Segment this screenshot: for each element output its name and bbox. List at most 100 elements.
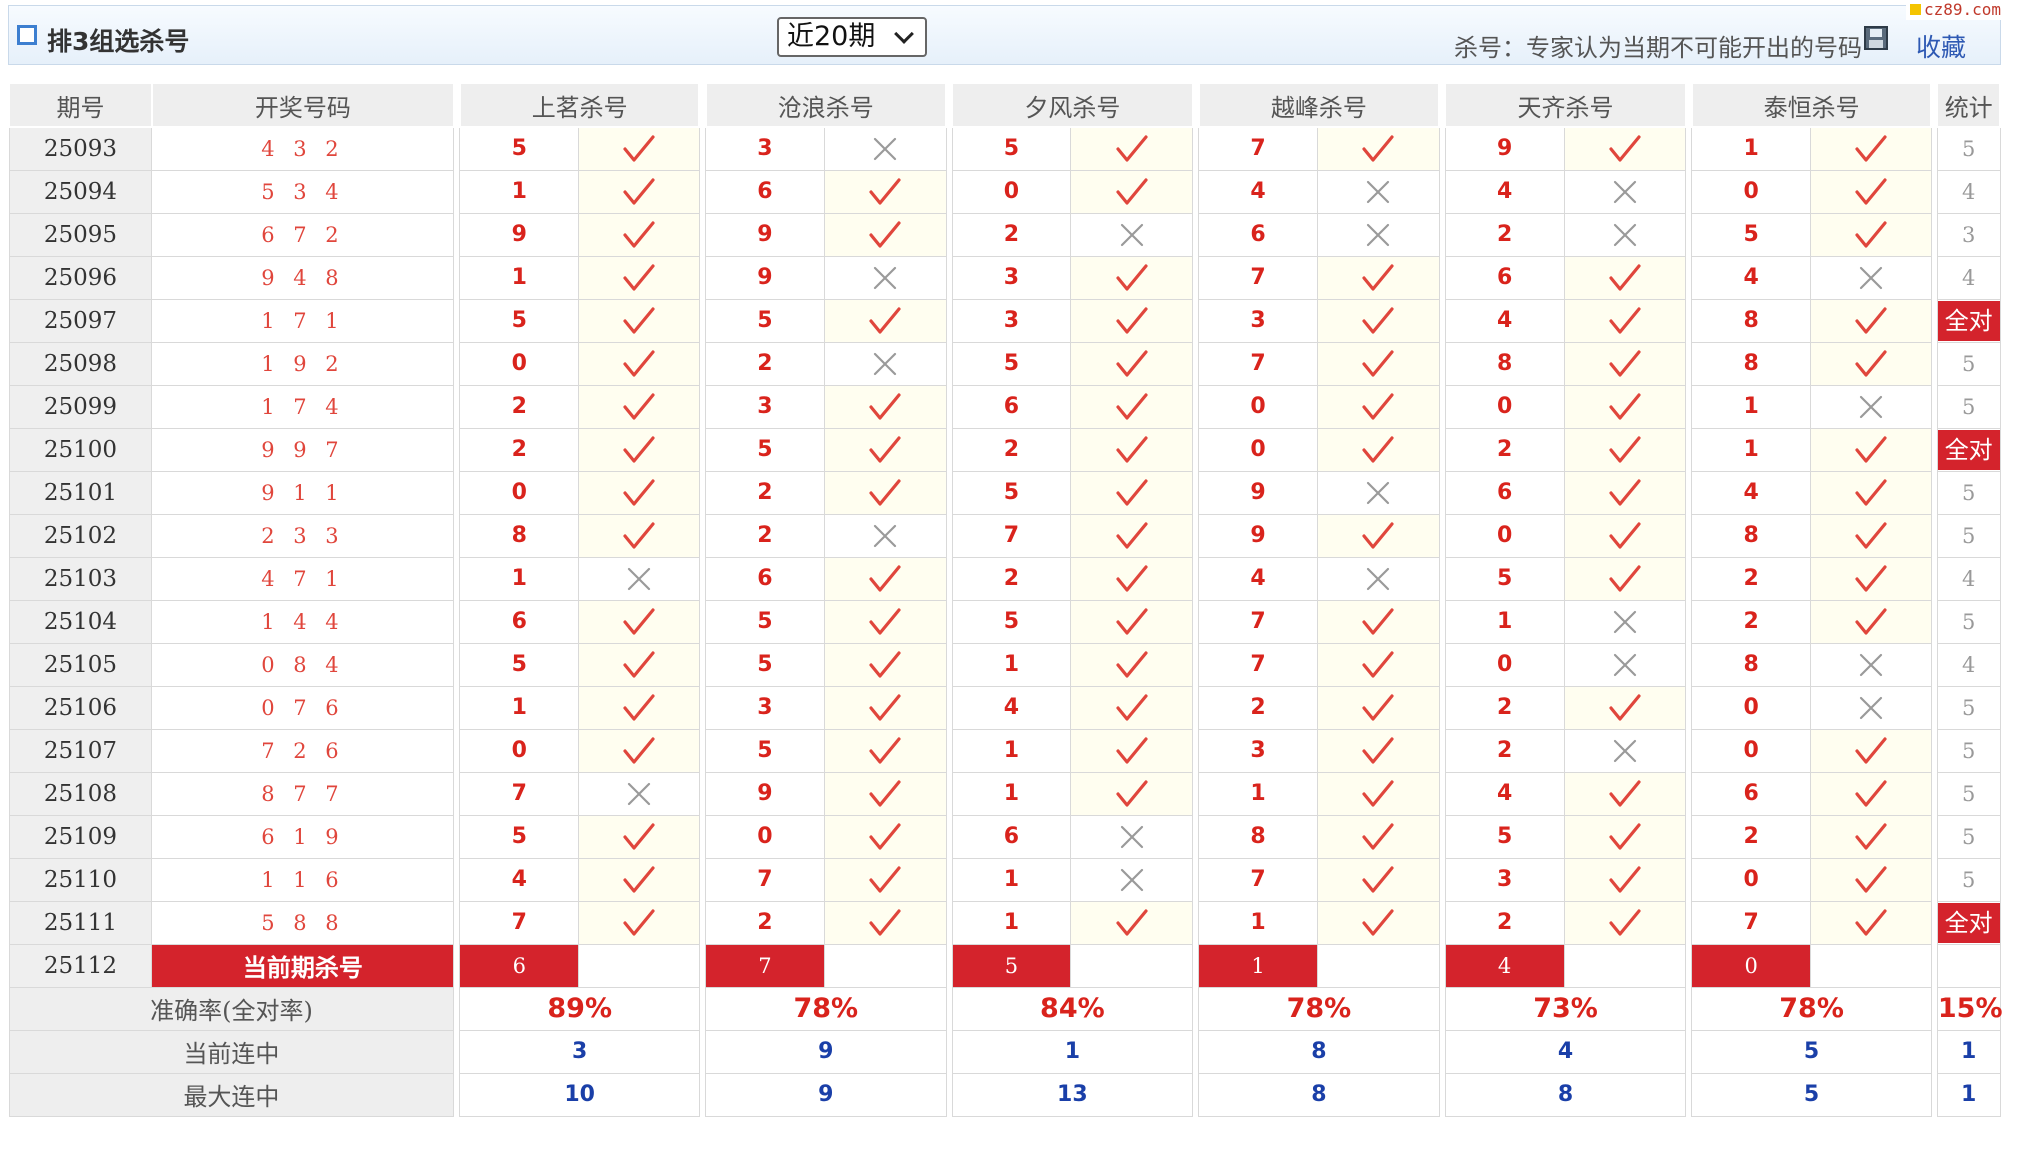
- result-cell: [578, 857, 700, 902]
- save-icon[interactable]: [1864, 26, 1888, 50]
- period-cell: 25103: [8, 556, 153, 601]
- period-cell: 25104: [8, 599, 153, 644]
- table-row: 25104 1 4 46 5 5 7 1 2 5: [8, 599, 2001, 644]
- check-icon: [1855, 564, 1887, 592]
- result-cell: [1316, 427, 1440, 472]
- check-icon: [1362, 435, 1394, 463]
- footer-value: 78%: [705, 986, 947, 1031]
- kill-number-cell: 4: [1444, 169, 1565, 214]
- footer-label: 准确率(全对率): [8, 986, 455, 1031]
- kill-number-cell: 1: [459, 685, 580, 730]
- result-cell: [823, 814, 947, 859]
- result-cell: [1810, 126, 1932, 171]
- result-cell: [1810, 427, 1932, 472]
- result-cell: [1810, 255, 1932, 300]
- stat-cell: 5: [1936, 728, 2001, 773]
- footer-value: 8: [1198, 1072, 1440, 1117]
- kill-number-cell: 3: [1198, 298, 1318, 343]
- check-icon: [1855, 349, 1887, 377]
- cross-icon: [874, 266, 897, 289]
- kill-number-cell: 5: [459, 642, 580, 687]
- save-link[interactable]: 收藏: [1916, 28, 1966, 64]
- result-cell: [1316, 169, 1440, 214]
- stat-value: 5: [1962, 738, 1976, 763]
- table-row: 25100 9 9 7 2 5 2 0 2 1 全对: [8, 427, 2001, 472]
- check-icon: [623, 177, 655, 205]
- result-cell: [578, 255, 700, 300]
- draw-number-cell: 4 7 1: [151, 556, 455, 601]
- result-cell: [1316, 900, 1440, 945]
- stat-cell: 4: [1936, 169, 2001, 214]
- check-icon: [1609, 822, 1641, 850]
- kill-number-cell: 9: [705, 255, 825, 300]
- check-icon: [1362, 865, 1394, 893]
- kill-number-cell: 6: [1691, 771, 1812, 816]
- check-icon: [1362, 306, 1394, 334]
- period-select[interactable]: 近20期: [777, 17, 927, 57]
- current-result-cell: [1810, 943, 1932, 988]
- table-row: 25095 6 7 29926253: [8, 212, 2001, 257]
- result-cell: [1316, 685, 1440, 730]
- accuracy-row: 准确率(全对率) 89% 78% 84% 78% 73% 78% 15%: [8, 986, 2003, 1031]
- result-cell: [823, 341, 947, 386]
- footer-stat: 15%: [1936, 986, 2003, 1031]
- cross-icon: [1613, 653, 1636, 676]
- period-cell: 25098: [8, 341, 153, 386]
- result-cell: [1563, 470, 1687, 515]
- result-cell: [1316, 814, 1440, 859]
- result-cell: [578, 384, 700, 429]
- check-icon: [1362, 908, 1394, 936]
- col-period: 期号: [8, 82, 153, 128]
- kill-number-cell: 1: [951, 728, 1072, 773]
- period-cell: 25108: [8, 771, 153, 816]
- kill-number-cell: 2: [1444, 728, 1565, 773]
- period-cell: 25106: [8, 685, 153, 730]
- result-cell: [1070, 255, 1194, 300]
- table-row: 25103 4 7 11 6 2 4 5 2 4: [8, 556, 2001, 601]
- result-cell: [823, 255, 947, 300]
- footer-stat: 1: [1936, 1029, 2001, 1074]
- result-cell: [1070, 470, 1194, 515]
- stat-value: 4: [1962, 566, 1976, 591]
- result-cell: [1070, 556, 1194, 601]
- kill-number-cell: 2: [705, 900, 825, 945]
- result-cell: [1810, 384, 1932, 429]
- stat-cell: 5: [1936, 814, 2001, 859]
- kill-number-cell: 1: [1691, 384, 1812, 429]
- draw-number-cell: 6 1 9: [151, 814, 455, 859]
- check-icon: [1362, 521, 1394, 549]
- result-cell: [823, 685, 947, 730]
- kill-number-cell: 2: [1444, 685, 1565, 730]
- kill-number-cell: 0: [1444, 642, 1565, 687]
- checkbox-icon[interactable]: [17, 25, 37, 45]
- kill-number-cell: 2: [705, 341, 825, 386]
- kill-number-cell: 1: [459, 169, 580, 214]
- col-expert-3: 夕风杀号: [951, 82, 1194, 128]
- result-cell: [1070, 212, 1194, 257]
- cross-icon: [627, 782, 651, 805]
- kill-number-cell: 6: [705, 169, 825, 214]
- check-icon: [623, 865, 655, 893]
- result-cell: [578, 556, 700, 601]
- result-cell: [578, 642, 700, 687]
- cross-icon: [1120, 223, 1143, 246]
- result-cell: [1070, 642, 1194, 687]
- result-cell: [1563, 728, 1687, 773]
- check-icon: [1609, 392, 1641, 420]
- kill-number-cell: 2: [951, 212, 1072, 257]
- kill-number-cell: 0: [459, 728, 580, 773]
- kill-number-cell: 2: [1691, 556, 1812, 601]
- current-kill-number: 4: [1444, 943, 1565, 988]
- result-cell: [1563, 212, 1687, 257]
- check-icon: [1609, 135, 1641, 162]
- cross-icon: [1120, 868, 1143, 891]
- kill-number-cell: 4: [1444, 298, 1565, 343]
- period-cell: 25109: [8, 814, 153, 859]
- table-row: 25110 1 1 64 7 1 7 3 0 5: [8, 857, 2001, 902]
- cross-icon: [1859, 653, 1883, 676]
- result-cell: [1070, 513, 1194, 558]
- check-icon: [1609, 306, 1641, 334]
- check-icon: [1362, 822, 1394, 850]
- check-icon: [1855, 177, 1887, 205]
- result-cell: [1563, 857, 1687, 902]
